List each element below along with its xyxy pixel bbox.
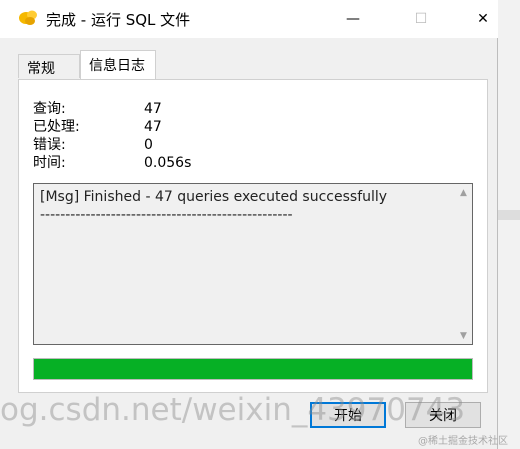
stats-table: 查询: 47 已处理: 47 错误: 0 时间: 0.056s bbox=[33, 100, 191, 172]
stat-label: 已处理: bbox=[33, 119, 80, 135]
log-text: [Msg] Finished - 47 queries executed suc… bbox=[40, 189, 388, 223]
navicat-icon bbox=[18, 9, 38, 27]
tab-info-log[interactable]: 信息日志 bbox=[80, 50, 156, 80]
info-log-panel: 查询: 47 已处理: 47 错误: 0 时间: 0.056s [Msg] Fi… bbox=[18, 79, 488, 393]
stat-row-queries: 查询: 47 bbox=[33, 100, 191, 118]
maximize-button[interactable]: ☐ bbox=[398, 0, 444, 38]
stat-label: 查询: bbox=[33, 101, 66, 117]
stat-value: 0 bbox=[144, 137, 153, 153]
scroll-up-icon[interactable]: ▲ bbox=[455, 184, 472, 201]
background-strip bbox=[498, 0, 520, 449]
corner-watermark: @稀土掘金技术社区 bbox=[418, 436, 508, 447]
stat-value: 47 bbox=[144, 119, 162, 135]
log-scrollbar[interactable]: ▲ ▼ bbox=[455, 184, 472, 344]
stat-row-errors: 错误: 0 bbox=[33, 136, 191, 154]
progress-fill bbox=[34, 359, 472, 379]
watermark-text: og.csdn.net/weixin_43970743 bbox=[0, 392, 466, 428]
minimize-button[interactable]: — bbox=[330, 0, 376, 38]
title-bar: 完成 - 运行 SQL 文件 — ☐ ✕ bbox=[0, 0, 498, 38]
stat-label: 时间: bbox=[33, 155, 66, 171]
stat-value: 0.056s bbox=[144, 155, 192, 171]
close-window-button[interactable]: ✕ bbox=[460, 0, 506, 38]
tab-general[interactable]: 常规 bbox=[18, 54, 80, 78]
run-sql-dialog: 完成 - 运行 SQL 文件 — ☐ ✕ 常规 信息日志 查询: 47 已处理:… bbox=[0, 0, 498, 449]
stat-row-processed: 已处理: 47 bbox=[33, 118, 191, 136]
stat-value: 47 bbox=[144, 101, 162, 117]
log-textarea[interactable]: [Msg] Finished - 47 queries executed suc… bbox=[33, 183, 473, 345]
scroll-down-icon[interactable]: ▼ bbox=[455, 327, 472, 344]
stat-label: 错误: bbox=[33, 137, 66, 153]
progress-bar bbox=[33, 358, 473, 380]
stat-row-time: 时间: 0.056s bbox=[33, 154, 191, 172]
window-title: 完成 - 运行 SQL 文件 bbox=[46, 11, 191, 29]
